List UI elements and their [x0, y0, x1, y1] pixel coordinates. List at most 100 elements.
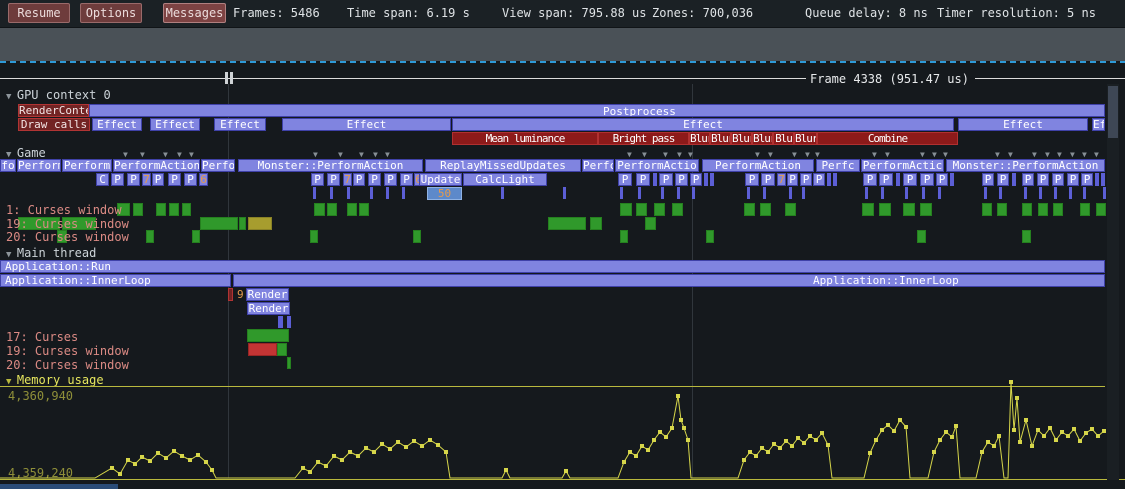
- game-zone[interactable]: P: [368, 173, 381, 186]
- lock-event-box[interactable]: [327, 203, 337, 216]
- lock-event-box[interactable]: [879, 203, 891, 216]
- game-zone[interactable]: Perfc: [582, 159, 614, 172]
- gpu-drawcalls-label[interactable]: Draw calls: [18, 118, 90, 131]
- gpu-effect-zone[interactable]: Ef: [1092, 118, 1105, 131]
- zone-tick[interactable]: [692, 187, 695, 199]
- zone-tick[interactable]: [563, 187, 566, 199]
- lock-event-box[interactable]: [192, 230, 200, 243]
- zone-tick[interactable]: [661, 187, 664, 199]
- gpu-pass-zone[interactable]: Blur: [794, 132, 817, 145]
- lock-event-box[interactable]: [277, 343, 287, 356]
- zone-tick[interactable]: [710, 173, 714, 186]
- zone-tick[interactable]: [922, 187, 925, 199]
- resume-button[interactable]: Resume: [8, 3, 70, 23]
- lock-event-box[interactable]: [359, 203, 369, 216]
- gpu-pass-zone[interactable]: Mean luminance: [452, 132, 598, 145]
- lock-event-box[interactable]: [982, 203, 992, 216]
- zone-tick[interactable]: [905, 187, 908, 199]
- zone-tick[interactable]: [402, 187, 405, 199]
- highlighted-zone[interactable]: 50: [427, 187, 462, 200]
- lock-row-label[interactable]: 20: Curses window: [6, 358, 129, 372]
- lock-event-box[interactable]: [133, 203, 143, 216]
- gpu-context-header[interactable]: ▼ GPU context 0: [6, 88, 111, 102]
- frame-collapse-handle[interactable]: [230, 72, 233, 84]
- zone-tick[interactable]: [827, 173, 831, 186]
- gpu-effect-zone[interactable]: Effect: [150, 118, 200, 131]
- render-zone[interactable]: Render: [247, 302, 290, 315]
- game-zone[interactable]: P: [690, 173, 702, 186]
- lock-event-box[interactable]: [620, 203, 632, 216]
- game-zone[interactable]: P: [997, 173, 1009, 186]
- zone-tick[interactable]: [330, 187, 333, 199]
- frames-overview-band[interactable]: [0, 28, 1125, 61]
- game-zone[interactable]: Perform: [17, 159, 61, 172]
- zone-tick[interactable]: [347, 187, 350, 199]
- zone-tick[interactable]: [865, 187, 868, 199]
- game-zone[interactable]: P: [761, 173, 775, 186]
- zone-tick[interactable]: [620, 187, 623, 199]
- game-zone[interactable]: P: [813, 173, 825, 186]
- lock-event-box[interactable]: [200, 217, 238, 230]
- messages-button[interactable]: Messages: [163, 3, 226, 23]
- application-innerloop-zone[interactable]: [233, 274, 1105, 287]
- lock-event-box[interactable]: [248, 217, 272, 230]
- gpu-pass-zone[interactable]: Blu: [773, 132, 794, 145]
- zone-tick[interactable]: [881, 187, 884, 199]
- game-thread-header[interactable]: ▼ Game: [6, 146, 46, 160]
- zone-tick[interactable]: [747, 187, 750, 199]
- lock-row-label[interactable]: 17: Curses: [6, 330, 78, 344]
- game-zone[interactable]: P: [1052, 173, 1064, 186]
- lock-event-box[interactable]: [1038, 203, 1048, 216]
- gpu-pass-zone[interactable]: Blur: [752, 132, 773, 145]
- game-zone[interactable]: 7: [343, 173, 352, 186]
- lock-row-label[interactable]: 1: Curses window: [6, 203, 122, 217]
- zone-tick[interactable]: [1039, 187, 1042, 199]
- lock-event-box[interactable]: [920, 203, 932, 216]
- zone-tick[interactable]: [938, 187, 941, 199]
- game-zone[interactable]: P: [920, 173, 934, 186]
- lock-event-box[interactable]: [620, 230, 628, 243]
- game-zone[interactable]: P: [618, 173, 632, 186]
- gpu-effect-zone[interactable]: Effect: [282, 118, 451, 131]
- zone-tick[interactable]: [1083, 187, 1086, 199]
- zone-tick[interactable]: [789, 187, 792, 199]
- lock-event-box[interactable]: [182, 203, 191, 216]
- zone-tick[interactable]: [370, 187, 373, 199]
- zone-tick[interactable]: [501, 187, 504, 199]
- game-zone[interactable]: P: [1081, 173, 1093, 186]
- lock-event-box[interactable]: [785, 203, 796, 216]
- game-zone[interactable]: P: [311, 173, 324, 186]
- zone-tick[interactable]: [313, 187, 316, 199]
- game-zone[interactable]: Perfc: [816, 159, 860, 172]
- frame-sliver-zone[interactable]: [228, 288, 233, 301]
- zone-tick[interactable]: [1054, 187, 1057, 199]
- vertical-scrollbar-track[interactable]: [1107, 84, 1119, 480]
- gpu-pass-zone[interactable]: Combine: [817, 132, 958, 145]
- zone-tick[interactable]: [763, 187, 766, 199]
- game-zone[interactable]: P: [903, 173, 917, 186]
- zone-tick[interactable]: [653, 173, 657, 186]
- zone-tick[interactable]: [984, 187, 987, 199]
- lock-event-box[interactable]: [706, 230, 714, 243]
- game-zone[interactable]: PerformAction: [113, 159, 200, 172]
- lock-event-box[interactable]: [862, 203, 874, 216]
- zone-tick[interactable]: [950, 173, 954, 186]
- game-zone[interactable]: P: [1067, 173, 1079, 186]
- lock-event-box[interactable]: [1022, 203, 1032, 216]
- gpu-pass-zone[interactable]: Bright pass: [598, 132, 689, 145]
- game-zone[interactable]: P: [1037, 173, 1049, 186]
- game-zone[interactable]: 7: [142, 173, 151, 186]
- gpu-effect-zone[interactable]: Effect: [214, 118, 266, 131]
- zone-tick[interactable]: [802, 187, 805, 199]
- game-zone[interactable]: P: [152, 173, 164, 186]
- game-zone[interactable]: Update: [419, 173, 462, 186]
- lock-event-box[interactable]: [413, 230, 421, 243]
- gpu-pass-zone[interactable]: Blur: [731, 132, 752, 145]
- game-zone[interactable]: P: [184, 173, 197, 186]
- lock-event-box[interactable]: [1080, 203, 1090, 216]
- lock-event-box[interactable]: [760, 203, 771, 216]
- zone-tick[interactable]: [386, 187, 389, 199]
- zone-tick[interactable]: [1101, 173, 1105, 186]
- lock-event-box[interactable]: [310, 230, 318, 243]
- frame-collapse-handle[interactable]: [225, 72, 228, 84]
